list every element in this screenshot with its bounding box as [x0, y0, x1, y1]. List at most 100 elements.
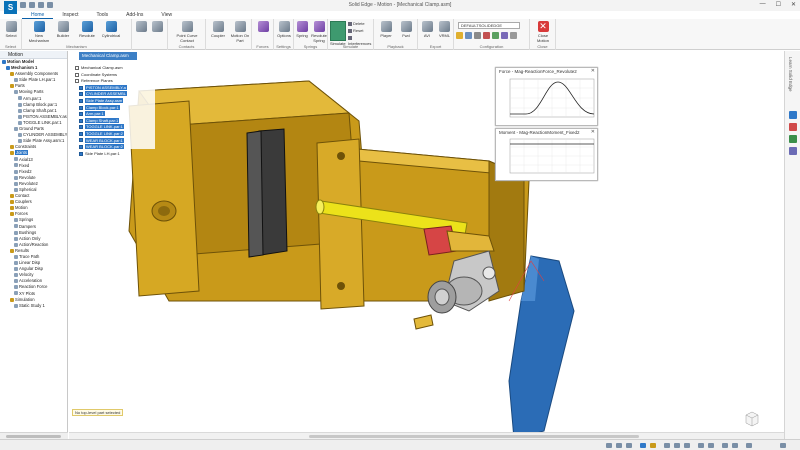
visibility-checkbox[interactable]	[79, 112, 83, 117]
joint-tool-b-button[interactable]	[150, 21, 164, 33]
options-button[interactable]: Options	[274, 21, 294, 38]
visibility-checkbox[interactable]	[79, 151, 83, 156]
zoom-icon[interactable]	[616, 443, 622, 448]
point-curve-contact-button[interactable]: Point Curve Contact	[174, 21, 200, 43]
motion-on-part-button[interactable]: Motion On Part	[229, 21, 251, 43]
coupler-button[interactable]: Coupler	[207, 21, 229, 38]
tab-tools[interactable]: Tools	[87, 11, 117, 19]
pan-icon[interactable]	[674, 443, 680, 448]
grid-icon[interactable]	[722, 443, 728, 448]
scrollbar-thumb[interactable]	[6, 435, 61, 438]
library-icon[interactable]	[789, 111, 797, 119]
rotate-icon[interactable]	[684, 443, 690, 448]
builder-button[interactable]: Builder	[52, 21, 74, 38]
teamcenter-icon[interactable]	[789, 123, 797, 131]
view-icon[interactable]	[606, 443, 612, 448]
visibility-checkbox[interactable]	[79, 92, 83, 97]
settings-icon[interactable]	[510, 32, 517, 39]
tree-node-icon	[18, 108, 22, 113]
scrollbar-thumb[interactable]	[309, 435, 639, 438]
pathfinder-item[interactable]: Clamp Shaft.par:1	[73, 117, 155, 125]
pathfinder-item[interactable]: TOGGLE LINK.par:1	[73, 124, 155, 131]
close-window-button[interactable]: ✕	[791, 1, 796, 8]
visibility-checkbox[interactable]	[79, 145, 83, 150]
close-tab-icon[interactable]: ✕	[140, 52, 144, 60]
forces-button[interactable]	[252, 21, 274, 33]
tab-view[interactable]: View	[152, 11, 181, 19]
fit-icon[interactable]	[626, 443, 632, 448]
pathfinder-item[interactable]: TOGGLE LINK.par:2	[73, 130, 155, 138]
visibility-checkbox[interactable]	[75, 65, 79, 70]
color-icon[interactable]	[483, 32, 490, 39]
vrml-button[interactable]: VRML	[435, 21, 454, 38]
mechanical-clamp-model[interactable]	[69, 51, 784, 439]
cylindrical-button[interactable]: Cylindrical	[100, 21, 122, 38]
graphics-scrollbar[interactable]	[69, 432, 784, 439]
help-icon[interactable]	[780, 443, 786, 448]
save-config-icon[interactable]	[465, 32, 472, 39]
document-tab[interactable]: Mechanical Clamp.asm ✕	[79, 52, 144, 60]
visibility-checkbox[interactable]	[79, 105, 83, 110]
shaded-icon[interactable]	[640, 443, 646, 448]
joint-tool-a-button[interactable]	[134, 21, 148, 33]
snap-icon[interactable]	[732, 443, 738, 448]
spring-button[interactable]: Spring	[294, 21, 310, 38]
tab-home[interactable]: Home	[22, 11, 54, 19]
display-mode-icon[interactable]	[708, 443, 714, 448]
graphics-window[interactable]: Mechanical Clamp.asm ✕ Mechanical Clamp.…	[69, 51, 784, 439]
folder-icon[interactable]	[456, 32, 463, 39]
maximize-button[interactable]: ☐	[776, 1, 781, 8]
visibility-checkbox[interactable]	[79, 131, 83, 136]
fwd-button[interactable]: Fwd	[396, 21, 416, 38]
tab-inspect[interactable]: Inspect	[53, 11, 87, 19]
visibility-checkbox[interactable]	[79, 118, 83, 123]
minimize-button[interactable]: —	[760, 1, 766, 8]
revolute-spring-button[interactable]: Revolute Spring	[310, 21, 328, 43]
configuration-select[interactable]: DEFAULTSOLIDEDGE	[458, 22, 520, 29]
moment-plot-panel[interactable]: Moment - Mag-ReactionMoment_Fixed2 ✕	[495, 128, 598, 181]
visibility-checkbox[interactable]	[79, 138, 83, 143]
motion-pane-scrollbar[interactable]	[0, 432, 68, 439]
group-contacts: Point Curve Contact Contacts	[168, 19, 206, 50]
visibility-checkbox[interactable]	[75, 79, 79, 84]
pathfinder-item[interactable]: PISTON ASSEMBLY.a	[73, 84, 155, 92]
tab-add-ins[interactable]: Add-Ins	[117, 11, 152, 19]
style-icon[interactable]	[501, 32, 508, 39]
tree-item[interactable]: Static Study 1	[0, 303, 67, 309]
pathfinder-item[interactable]: WEAR BLOCK.par:2	[73, 144, 155, 151]
display-icon[interactable]	[474, 32, 481, 39]
pathfinder-item[interactable]: WEAR BLOCK.par:1	[73, 137, 155, 145]
delete-button[interactable]: Delete	[348, 21, 365, 27]
prompt-icon[interactable]	[746, 443, 752, 448]
pathfinder-item[interactable]: Side Plate LH.par:1	[73, 151, 155, 158]
pathfinder-item[interactable]: Coordinate Systems	[73, 72, 155, 79]
layers-icon[interactable]	[492, 32, 499, 39]
reset-button[interactable]: Reset	[348, 28, 363, 34]
sketch-view-icon[interactable]	[698, 443, 704, 448]
interferences-button[interactable]: Interferences	[348, 35, 373, 46]
pathfinder-item[interactable]: Reference Planes	[73, 78, 155, 85]
visibility-checkbox[interactable]	[79, 85, 83, 90]
properties-icon[interactable]	[789, 147, 797, 155]
avi-button[interactable]: AVI	[418, 21, 436, 38]
render-icon[interactable]	[650, 443, 656, 448]
pathfinder-item[interactable]: Arm.par:1	[73, 111, 155, 118]
revolute-button[interactable]: Revolute	[76, 21, 98, 38]
learn-solid-edge-tab[interactable]: Learn Solid Edge	[788, 57, 793, 92]
force-plot-panel[interactable]: Force - Mag-ReactionForce_Revolute2 ✕	[495, 67, 598, 126]
visibility-checkbox[interactable]	[79, 98, 83, 103]
pathfinder-item[interactable]: CYLINDER ASSEMBL	[73, 91, 155, 98]
view-cube[interactable]	[742, 409, 762, 429]
orient-icon[interactable]	[664, 443, 670, 448]
simulate-button[interactable]	[330, 21, 346, 41]
new-mechanism-button[interactable]: New Mechanism	[28, 21, 50, 43]
select-button[interactable]: Select	[0, 21, 22, 38]
visibility-checkbox[interactable]	[75, 72, 79, 77]
pathfinder-item[interactable]: Clamp Block.par:1	[73, 104, 155, 112]
visibility-checkbox[interactable]	[79, 125, 83, 130]
player-button[interactable]: Player	[376, 21, 396, 38]
pathfinder-item[interactable]: Mechanical Clamp.asm	[73, 65, 155, 72]
close-motion-button[interactable]: ✕ Close Motion	[532, 21, 554, 43]
pathfinder-item[interactable]: Side Plate Assy.asm	[73, 97, 155, 105]
layers-icon[interactable]	[789, 135, 797, 143]
